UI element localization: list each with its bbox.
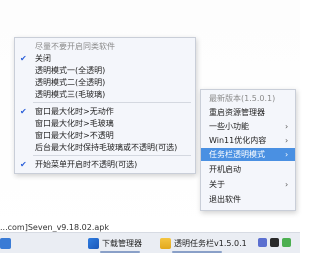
taskbar: 下载管理器 透明任务栏v1.5.0.1 bbox=[0, 232, 300, 253]
menu-item-taskbar-transparency[interactable]: 任务栏透明模式 › bbox=[201, 148, 295, 161]
taskbar-item-partial-left[interactable] bbox=[0, 236, 14, 250]
background-filename-text: ...com]Seven_v9.18.02.apk bbox=[0, 223, 109, 232]
menu-item-autostart[interactable]: 开机启动 bbox=[201, 163, 295, 175]
menu-item-about[interactable]: 关于 › bbox=[201, 178, 295, 190]
taskbar-item-transparent-taskbar[interactable]: 透明任务栏v1.5.0.1 bbox=[160, 236, 247, 250]
menu-separator bbox=[33, 102, 191, 103]
app-icon bbox=[0, 237, 11, 249]
menu-item-mode-2[interactable]: 透明模式二(全透明) bbox=[15, 76, 195, 88]
taskbar-item-download-manager[interactable]: 下载管理器 bbox=[88, 236, 142, 250]
menu-item-maximized-opaque[interactable]: 窗口最大化时>不透明 bbox=[15, 129, 195, 141]
menu-hint-item: 尽量不要开启同类软件 bbox=[35, 41, 115, 51]
menu-item-background-keep[interactable]: 后台最大化时保持毛玻璃或不透明(可选) bbox=[15, 141, 195, 153]
menu-item-mode-1[interactable]: 透明模式一(全透明) bbox=[15, 64, 195, 76]
tray-settings-icon[interactable] bbox=[270, 238, 279, 247]
menu-item-maximized-no-action[interactable]: ✔ 窗口最大化时>无动作 bbox=[15, 105, 195, 117]
menu-item-maximized-glass[interactable]: 窗口最大化时>毛玻璃 bbox=[15, 117, 195, 129]
menu-item-small-features[interactable]: 一些小功能 › bbox=[201, 120, 295, 132]
tray-status-icon[interactable] bbox=[282, 238, 291, 247]
menu-item-mode-3[interactable]: 透明模式三(毛玻璃) bbox=[15, 88, 195, 100]
chevron-right-icon: › bbox=[285, 179, 289, 189]
checkmark-icon: ✔ bbox=[20, 53, 27, 63]
menu-item-start-menu-opaque[interactable]: ✔ 开始菜单开启时不透明(可选) bbox=[15, 158, 195, 170]
chevron-right-icon: › bbox=[285, 150, 289, 159]
checkmark-icon: ✔ bbox=[20, 106, 27, 116]
menu-item-exit[interactable]: 退出软件 bbox=[201, 193, 295, 205]
checkmark-icon: ✔ bbox=[20, 159, 27, 169]
menu-item-close[interactable]: ✔ 关闭 bbox=[15, 52, 195, 64]
folder-icon bbox=[160, 237, 171, 249]
menu-item-restart-explorer[interactable]: 重启资源管理器 bbox=[201, 106, 295, 118]
tray-context-menu: 最新版本(1.5.0.1) 重启资源管理器 一些小功能 › Win11优化内容 … bbox=[200, 89, 296, 211]
transparency-submenu: 尽量不要开启同类软件 ✔ 关闭 透明模式一(全透明) 透明模式二(全透明) 透明… bbox=[14, 37, 196, 174]
chevron-right-icon: › bbox=[285, 135, 289, 145]
chevron-right-icon: › bbox=[285, 121, 289, 131]
menu-item-win11-optimize[interactable]: Win11优化内容 › bbox=[201, 134, 295, 146]
menu-separator bbox=[33, 155, 191, 156]
menu-version-label: 最新版本(1.5.0.1) bbox=[209, 93, 276, 103]
download-manager-icon bbox=[88, 237, 99, 249]
tray-app-icon[interactable] bbox=[258, 238, 267, 247]
